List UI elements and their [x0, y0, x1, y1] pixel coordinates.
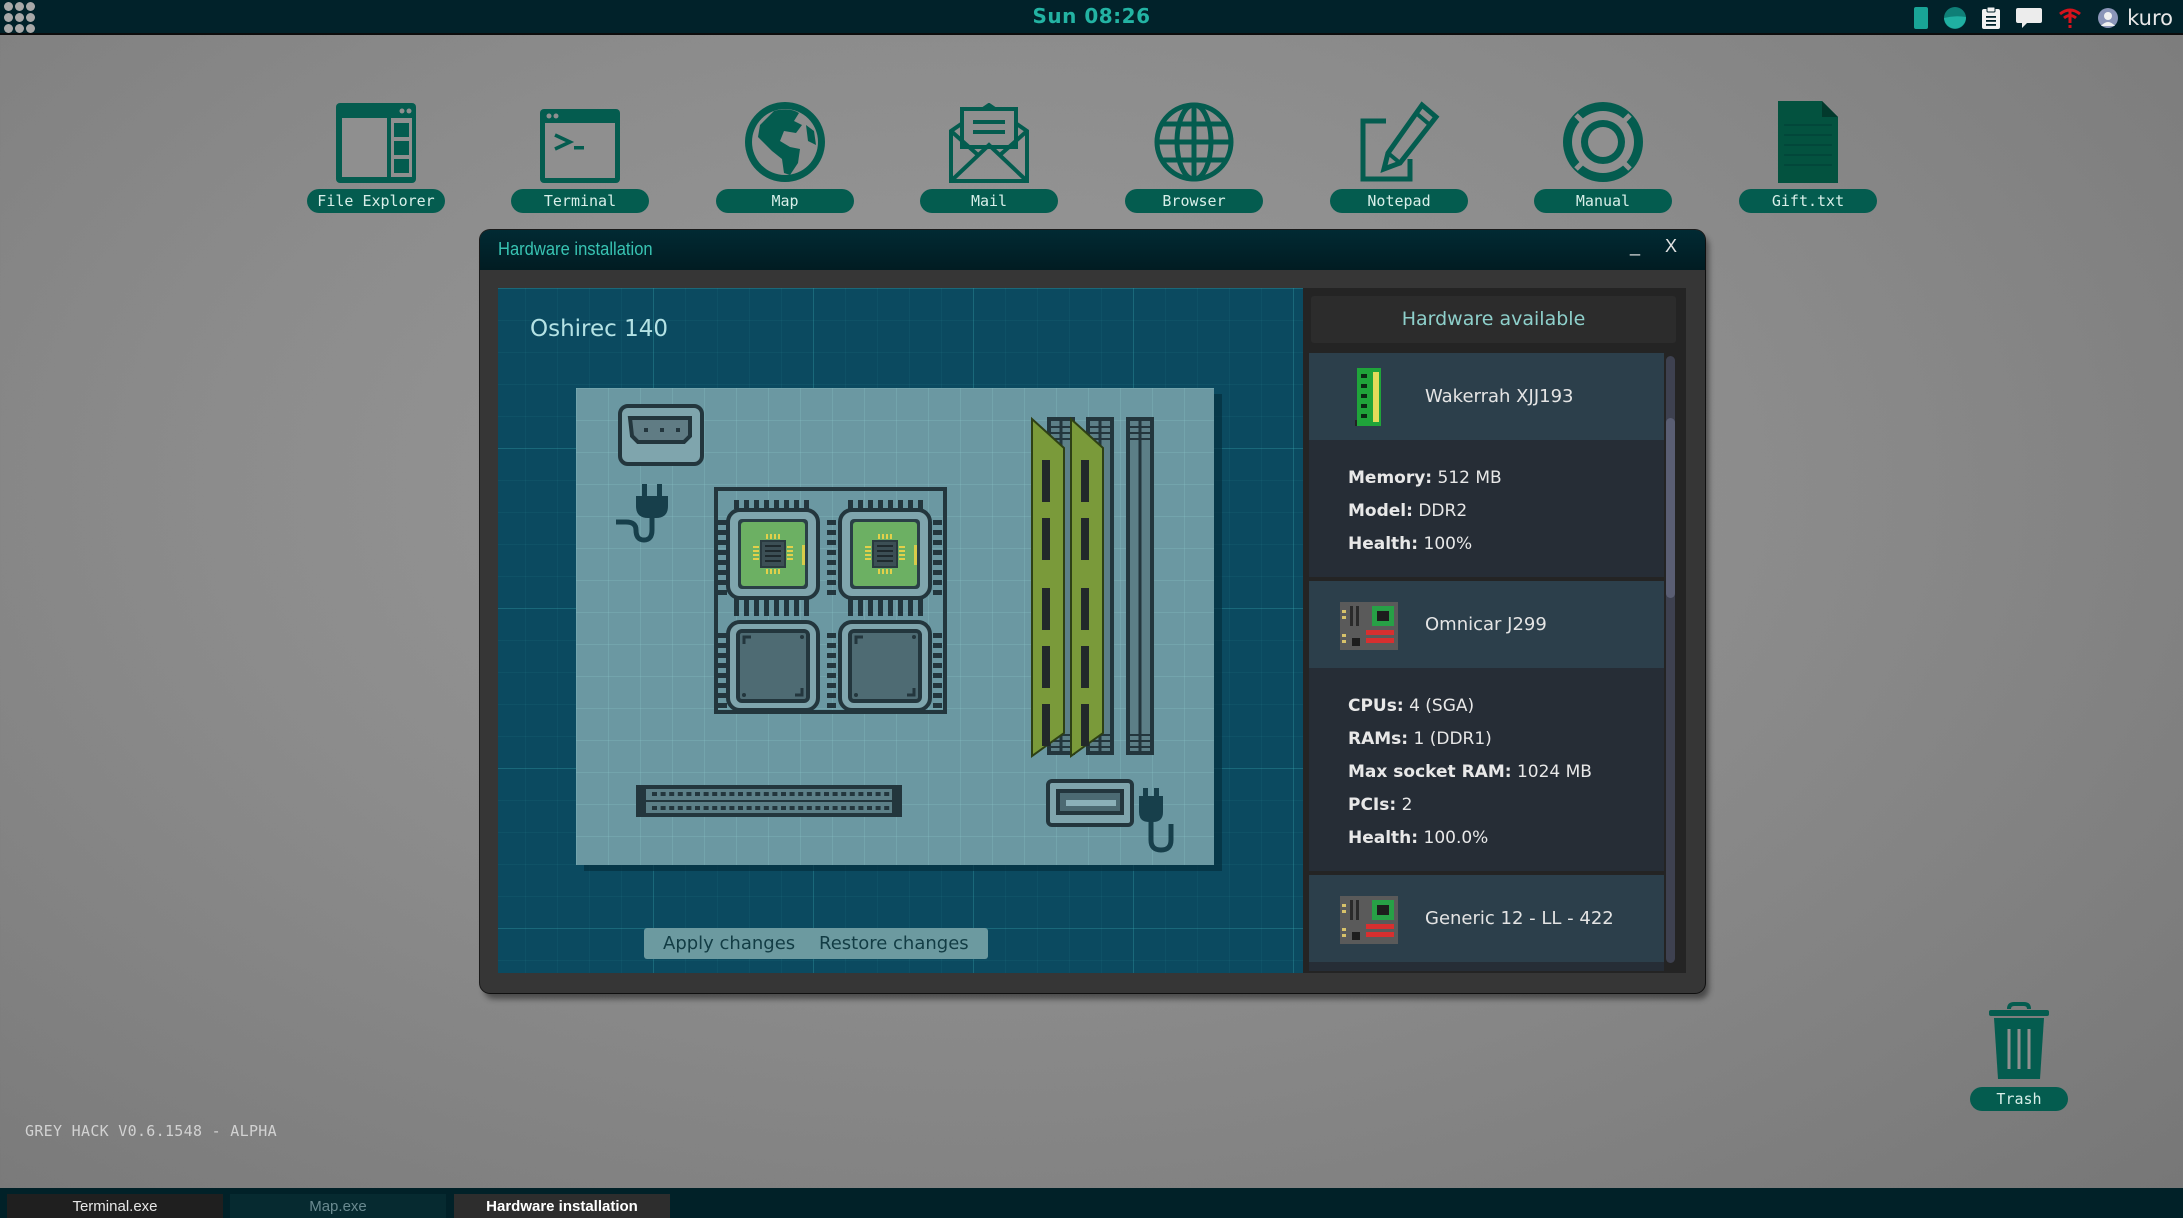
scrollbar-thumb[interactable] — [1666, 418, 1675, 598]
ram-slot[interactable] — [1126, 417, 1154, 755]
motherboard-icon — [1329, 595, 1409, 655]
motherboard-area: Oshirec 140 Apply changes Restore change… — [498, 288, 1303, 973]
taskbar-item-map[interactable]: Map.exe — [230, 1194, 446, 1218]
hardware-item-specs: CPUs: 4 (SGA) RAMs: 1 (DDR1) Max socket … — [1309, 668, 1664, 871]
clock: Sun 08:26 — [1032, 4, 1151, 28]
motherboard-diagram — [576, 388, 1214, 865]
desktop-icon-browser[interactable]: Browser — [1124, 95, 1264, 213]
cpu-socket[interactable] — [838, 620, 932, 712]
pci-slot[interactable] — [636, 785, 902, 817]
ram-stick-icon[interactable] — [1031, 416, 1065, 758]
hardware-item-name: Omnicar J299 — [1425, 614, 1547, 635]
spec-pcis: PCIs: 2 — [1348, 795, 1413, 815]
desktop-icon-map[interactable]: Map — [715, 95, 855, 213]
cpu-socket[interactable] — [726, 620, 820, 712]
mail-icon — [919, 95, 1059, 183]
user-avatar-icon[interactable] — [2097, 6, 2119, 30]
hardware-item-name: Wakerrah XJJ193 — [1425, 386, 1574, 407]
desktop-icon-file-explorer[interactable]: File Explorer — [306, 95, 446, 213]
hardware-item[interactable]: Wakerrah XJJ193 Memory: 512 MB Model: DD… — [1309, 353, 1664, 577]
hardware-item[interactable]: Omnicar J299 CPUs: 4 (SGA) RAMs: 1 (DDR1… — [1309, 581, 1664, 871]
close-button[interactable]: X — [1665, 236, 1677, 257]
spec-cpus: CPUs: 4 (SGA) — [1348, 696, 1475, 716]
hardware-item-specs: Memory: 512 MB Model: DDR2 Health: 100% — [1309, 440, 1664, 577]
hardware-installation-window: Hardware installation _ X Oshirec 140 Ap… — [480, 230, 1705, 993]
cpu-socket[interactable] — [726, 508, 820, 600]
desktop-icon-gift-txt[interactable]: Gift.txt — [1738, 95, 1878, 213]
notepad-icon — [1329, 95, 1469, 183]
window-title: Hardware installation — [498, 239, 653, 259]
spec-memory: Memory: 512 MB — [1348, 468, 1502, 488]
terminal-icon — [510, 95, 650, 183]
hardware-available-panel: Hardware available Wakerrah XJJ193 Memor… — [1303, 288, 1686, 973]
ram-stick-icon[interactable] — [1070, 416, 1104, 758]
wifi-disconnected-icon[interactable] — [2057, 6, 2083, 30]
cpu-chip-icon[interactable] — [850, 519, 920, 589]
power-cable-icon — [1139, 788, 1174, 853]
desktop-icon-terminal[interactable]: Terminal — [510, 95, 650, 213]
window-titlebar[interactable]: Hardware installation _ X — [480, 230, 1705, 270]
system-tray: kuro — [1913, 4, 2173, 32]
trash-icon — [1949, 995, 2089, 1081]
minimize-button[interactable]: _ — [1630, 236, 1640, 257]
clipboard-icon[interactable] — [1981, 6, 2001, 30]
taskbar-item-hardware-installation[interactable]: Hardware installation — [454, 1194, 670, 1218]
desktop-icon-label: Gift.txt — [1739, 189, 1877, 213]
spec-rams: RAMs: 1 (DDR1) — [1348, 729, 1492, 749]
hardware-available-header: Hardware available — [1311, 296, 1676, 343]
desktop-icon-label: Map — [716, 189, 854, 213]
desktop-icon-label: File Explorer — [307, 189, 445, 213]
hardware-item-header[interactable]: Wakerrah XJJ193 — [1309, 353, 1664, 440]
taskbar: Terminal.exe Map.exe Hardware installati… — [0, 1188, 2183, 1218]
top-bar: Sun 08:26 kuro — [0, 0, 2183, 35]
desktop-icon-trash[interactable]: Trash — [1949, 995, 2089, 1111]
version-label: GREY HACK V0.6.1548 - ALPHA — [25, 1122, 277, 1140]
restore-changes-button[interactable]: Restore changes — [800, 928, 988, 959]
desktop-icon-label: Trash — [1970, 1087, 2068, 1111]
browser-icon — [1124, 95, 1264, 183]
hardware-item-name: Generic 12 - LL - 422 — [1425, 908, 1614, 929]
hardware-item-specs — [1309, 962, 1664, 971]
file-explorer-icon — [306, 95, 446, 183]
hardware-list: Wakerrah XJJ193 Memory: 512 MB Model: DD… — [1309, 353, 1664, 971]
desktop-icon-label: Mail — [920, 189, 1058, 213]
hardware-item-header[interactable]: Generic 12 - LL - 422 — [1309, 875, 1664, 962]
power-connector-slot[interactable] — [618, 404, 704, 466]
empty-cpu-socket[interactable] — [736, 629, 810, 703]
disk-icon[interactable] — [1943, 6, 1967, 30]
desktop-icon-label: Terminal — [511, 189, 649, 213]
desktop-icon-label: Manual — [1534, 189, 1672, 213]
hdd-connector-slot[interactable] — [1046, 779, 1134, 827]
cpu-chip-icon[interactable] — [738, 519, 808, 589]
cpu-socket[interactable] — [838, 508, 932, 600]
desktop-icon-manual[interactable]: Manual — [1533, 95, 1673, 213]
spec-health: Health: 100% — [1348, 534, 1473, 554]
power-plug-icon — [616, 484, 668, 543]
spec-model: Model: DDR2 — [1348, 501, 1468, 521]
hardware-item-header[interactable]: Omnicar J299 — [1309, 581, 1664, 668]
hardware-item[interactable]: Generic 12 - LL - 422 — [1309, 875, 1664, 971]
taskbar-item-terminal[interactable]: Terminal.exe — [7, 1194, 223, 1218]
desktop-icon-label: Notepad — [1330, 189, 1468, 213]
cpu-socket-array — [714, 487, 947, 714]
battery-icon[interactable] — [1913, 6, 1929, 30]
desktop-icon-label: Browser — [1125, 189, 1263, 213]
spec-max-socket-ram: Max socket RAM: 1024 MB — [1348, 762, 1592, 782]
text-file-icon — [1738, 95, 1878, 183]
globe-map-icon — [715, 95, 855, 183]
chat-icon[interactable] — [2015, 6, 2043, 30]
desktop-icon-notepad[interactable]: Notepad — [1329, 95, 1469, 213]
ram-module-icon — [1329, 367, 1409, 427]
empty-cpu-socket[interactable] — [848, 629, 922, 703]
user-name[interactable]: kuro — [2127, 6, 2173, 30]
lifebuoy-icon — [1533, 95, 1673, 183]
desktop-icon-mail[interactable]: Mail — [919, 95, 1059, 213]
spec-health: Health: 100.0% — [1348, 828, 1489, 848]
motherboard-icon — [1329, 889, 1409, 949]
apply-changes-button[interactable]: Apply changes — [644, 928, 815, 959]
motherboard-name: Oshirec 140 — [530, 316, 669, 342]
hardware-list-scrollbar[interactable] — [1666, 356, 1675, 963]
